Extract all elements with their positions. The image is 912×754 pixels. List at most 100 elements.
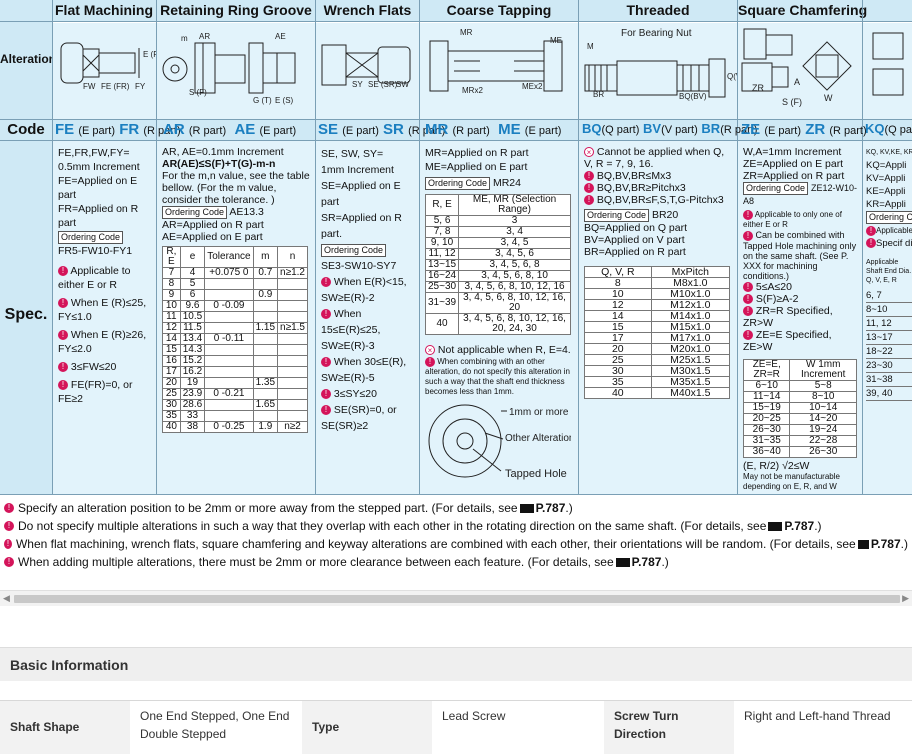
ring-table-row-cell: 13.4 [179, 333, 206, 345]
thread-table-row-cell: 30 [584, 365, 652, 377]
tap-table-row: 5, 63 [425, 215, 571, 227]
wrench-label-sw: SW [396, 80, 409, 89]
col-title-coarse-tapping: Coarse Tapping [446, 2, 552, 18]
partial-table-row: 8~10 [866, 303, 912, 317]
partial-table-row: 23~30 [866, 359, 912, 373]
flat-label-fy: FY [135, 82, 146, 91]
note-3: ! When flat machining, wrench flats, squa… [4, 535, 908, 553]
tap-table-row: 16~24 3, 4, 5, 6, 8, 10 [425, 270, 571, 282]
ring-table-row: 14 13.4 0 -0.11 [162, 333, 308, 345]
threaded-diagram: For Bearing Nut M BR BQ(BV) Q(V) [584, 28, 737, 101]
thread-label-qv: Q(V) [727, 72, 737, 81]
spec-thread: × Cannot be applied when Q, V, R = 7, 9,… [584, 146, 734, 492]
tap-table-row-cell: 40 [425, 313, 460, 335]
thread-label-m: M [587, 42, 594, 51]
square-table-row: 15~19 10~14 [743, 401, 857, 414]
square-chamfering-diagram: ZR A W S (F) [741, 28, 852, 107]
spec-tap: MR=Applied on R part ME=Applied on E par… [425, 146, 575, 492]
horizontal-scrollbar[interactable]: ◀ ▶ [0, 590, 912, 606]
ring-table-row-cell [204, 410, 254, 422]
scroll-left-icon[interactable]: ◀ [3, 593, 10, 604]
ring-table-row-cell [252, 278, 279, 290]
ring-table-row-cell: 5 [179, 278, 206, 290]
ring-table-row-cell: 11 [162, 311, 181, 323]
ring-table-row-cell: n≥1.2 [277, 267, 308, 279]
spec-partial: KQ, KV,KE, KR, C... KQ=Appli KV=Appli KE… [866, 146, 912, 492]
ref-link-4[interactable]: P.787 [632, 553, 662, 571]
scrollbar-thumb[interactable] [14, 595, 900, 603]
ring-table-row-cell: 1.35 [252, 377, 279, 389]
thread-label-bqbv: BQ(BV) [679, 92, 707, 101]
thread-table-row-cell: 10 [584, 288, 652, 300]
tap-label-mr: MR [460, 28, 473, 37]
spec-wrench: SE, SW, SY= 1mm Increment SE=Applied on … [321, 148, 407, 432]
tap-table-row-cell: 3 [458, 215, 571, 227]
ref-link-1[interactable]: P.787 [536, 499, 566, 517]
ring-table-row-cell: 17 [162, 366, 181, 378]
col-title-retaining-ring-groove: Retaining Ring Groove [160, 2, 312, 18]
flat-machining-diagram: FW FE (FR) FY E (R) [60, 42, 156, 91]
thread-table-row-cell: 40 [584, 387, 652, 399]
ring-table-row-cell: 40 [162, 421, 181, 433]
ring-table-row-cell: n≥1.5 [277, 322, 308, 334]
ring-table-row-cell [277, 388, 308, 400]
ring-table-row-cell [277, 377, 308, 389]
wrench-label-sy: SY [352, 80, 363, 89]
ring-table-row-cell: 1.9 [252, 421, 279, 433]
ring-table-row: 30 28.6 1.65 [162, 399, 308, 411]
coarse-tapping-diagram: MR ME MRx2 MEx2 [429, 28, 563, 95]
thread-label-br: BR [593, 90, 604, 99]
ring-table-row: 40 38 0 -0.25 1.9 n≥2 [162, 421, 308, 433]
tap-table-row: 13~15 3, 4, 5, 6, 8 [425, 259, 571, 271]
square-table-row-cell: 5~8 [789, 379, 857, 392]
ring-table-row-cell [277, 355, 308, 367]
thread-table-row-cell: M8x1.0 [650, 277, 731, 289]
ring-label-gt: G (T) [253, 96, 272, 105]
code-partial: KQ(Q part) [865, 121, 912, 136]
tap-label-mex2: MEx2 [522, 82, 543, 91]
ring-table-row-cell: 0 -0.11 [204, 333, 254, 345]
ring-table-row-cell [252, 300, 279, 312]
thread-table-row: 8 M8x1.0 [584, 277, 731, 289]
thread-table-row: 10 M10x1.0 [584, 288, 731, 300]
ring-table-row-cell [277, 410, 308, 422]
ring-table-row-cell: 19 [179, 377, 206, 389]
ring-table-row-cell: 15 [162, 344, 181, 356]
ring-label-ar: AR [199, 32, 210, 41]
ring-table-row-cell: 33 [179, 410, 206, 422]
square-label-a: A [794, 77, 800, 87]
ring-table-row-cell: 1.15 [252, 322, 279, 334]
ring-table-row-cell: 6 [179, 289, 206, 301]
ring-table-row-cell [204, 399, 254, 411]
spec-ring: AR, AE=0.1mm Increment AR(AE)≤S(F)+T(G)-… [162, 146, 310, 433]
ref-link-2[interactable]: P.787 [784, 517, 814, 535]
ring-table-row: 9 6 0.9 [162, 289, 308, 301]
wrench-flats-diagram: SY SE (SR) SW [321, 44, 411, 89]
ring-table-row-cell: 9 [162, 289, 181, 301]
thread-label-bearing: For Bearing Nut [621, 28, 692, 39]
tap-fig-label-3: Tapped Hole [505, 468, 567, 480]
ring-table-row-cell: 14.3 [179, 344, 206, 356]
square-table-row-cell: 10~14 [789, 401, 857, 414]
scroll-right-icon[interactable]: ▶ [902, 593, 909, 604]
ref-link-3[interactable]: P.787 [871, 535, 901, 553]
tapping-range-table: R, E ME, MR (Selection Range) 5, 6 3 7, 8 3,… [425, 194, 571, 335]
tap-table-row-cell: 9, 10 [425, 237, 460, 249]
tap-table-row-cell: 3, 4, 5, 6, 8, 10, 12, 16, 20 [458, 292, 571, 314]
code-ring: AR (R part) AE (E part) [163, 121, 297, 138]
ring-label-sf: S (F) [189, 88, 207, 97]
ring-table-row-cell [204, 278, 254, 290]
ring-table-row: 10 9.6 0 -0.09 [162, 300, 308, 312]
square-table-row-cell: 20~25 [743, 412, 791, 425]
tap-fig-label-2: Other Alterations [505, 433, 571, 444]
row-label-code: Code [0, 119, 52, 140]
ring-table-row-cell: 14 [162, 333, 181, 345]
ring-table-row-cell [252, 355, 279, 367]
ring-table-row-cell: 0 -0.25 [204, 421, 254, 433]
wrench-label-se: SE (SR) [368, 80, 398, 89]
thread-table-row: 15 M15x1.0 [584, 321, 731, 333]
ring-table-row-cell [252, 410, 279, 422]
thread-table-row-cell: M15x1.0 [650, 321, 731, 333]
ring-table-row-cell: 25 [162, 388, 181, 400]
square-table-row-cell: 19~24 [789, 423, 857, 436]
